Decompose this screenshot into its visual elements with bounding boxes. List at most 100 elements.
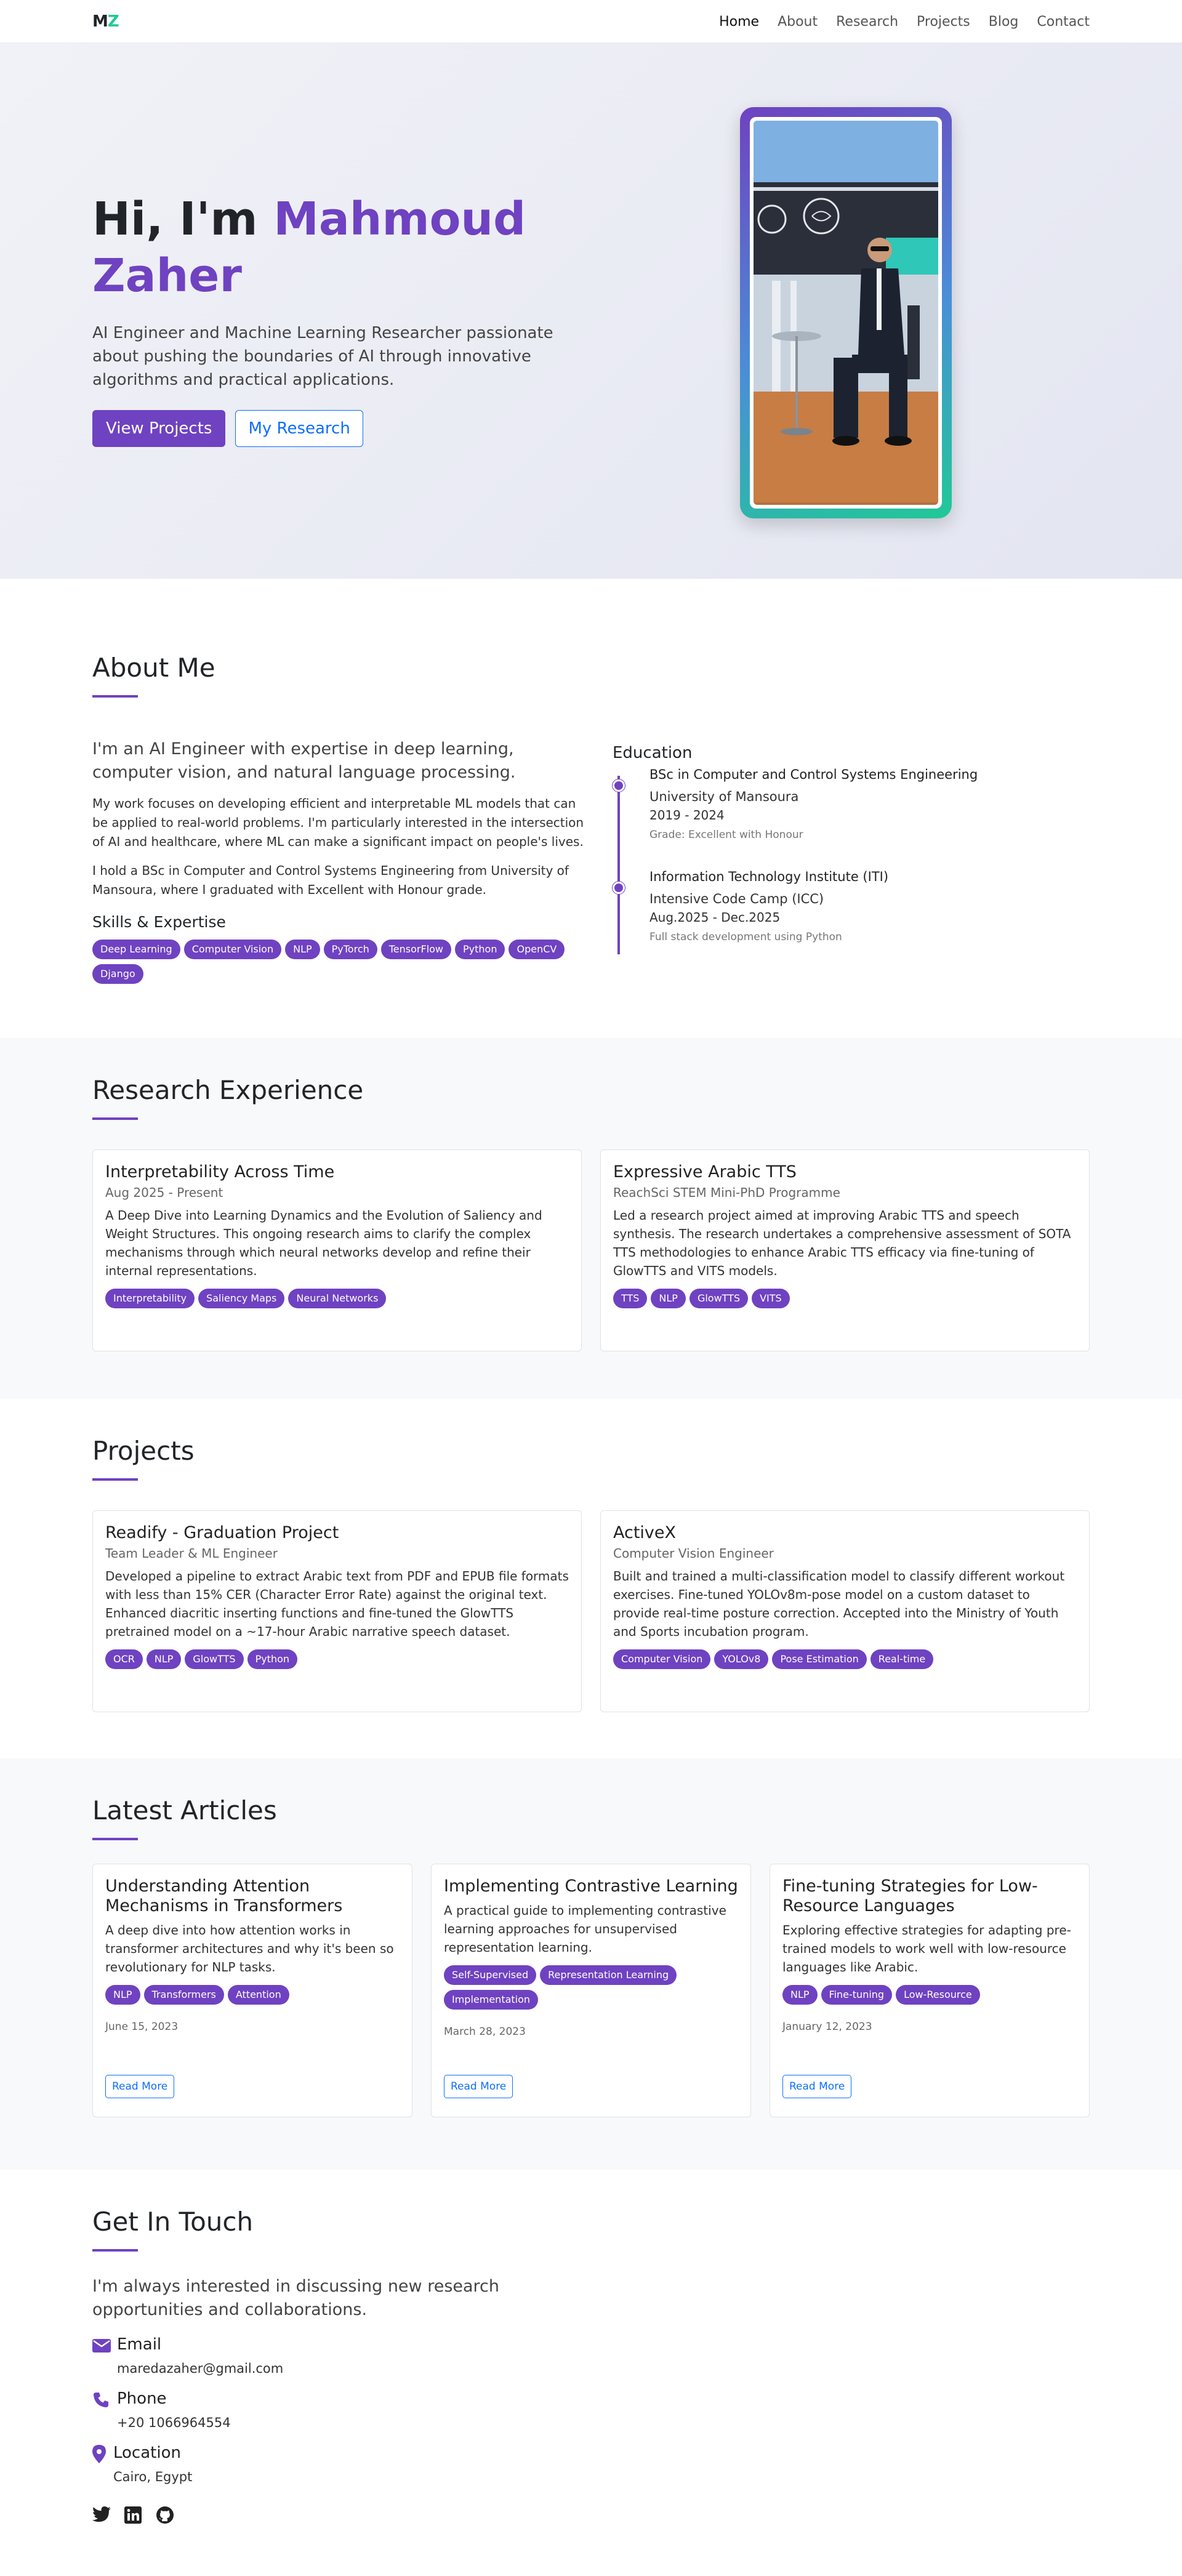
project-card-tags: Computer Vision YOLOv8 Pose Estimation R… [613, 1649, 1077, 1669]
tag: Attention [227, 1985, 289, 2005]
education-org: University of Mansoura [649, 789, 799, 804]
nav-links: Home About Research Projects Blog Contac… [719, 14, 1090, 30]
project-card-body: Developed a pipeline to extract Arabic t… [105, 1569, 569, 1639]
view-projects-button[interactable]: View Projects [92, 410, 226, 447]
about-lead: I'm an AI Engineer with expertise in dee… [92, 739, 516, 782]
article-title[interactable]: Fine-tuning Strategies for Low-Resource … [782, 1877, 1077, 1916]
article-date: January 12, 2023 [782, 2021, 872, 2033]
tag: TTS [613, 1289, 648, 1308]
about-title: About Me [92, 653, 215, 683]
read-more-button[interactable]: Read More [782, 2075, 852, 2098]
projects-title: Projects [92, 1436, 195, 1466]
skills-title: Skills & Expertise [92, 913, 226, 931]
hero-description: AI Engineer and Machine Learning Researc… [92, 324, 553, 389]
about-text: I'm an AI Engineer with expertise in dee… [92, 738, 585, 984]
article-card: Understanding Attention Mechanisms in Tr… [92, 1864, 412, 2117]
project-card: ActiveX Computer Vision Engineer Built a… [600, 1510, 1090, 1712]
linkedin-icon[interactable] [124, 2506, 143, 2525]
tag: Representation Learning [540, 1965, 677, 1985]
education-block: Education BSc in Computer and Control Sy… [613, 744, 1090, 972]
article-tags: NLP Fine-tuning Low-Resource [782, 1985, 1077, 2005]
education-years: Aug.2025 - Dec.2025 [649, 910, 781, 925]
project-card-title: Readify - Graduation Project [105, 1523, 339, 1542]
contact-email: Email maredazaher@gmail.com [92, 2335, 1090, 2376]
read-more-button[interactable]: Read More [105, 2075, 175, 2098]
tag: Self-Supervised [444, 1965, 537, 1985]
about-paragraph-1: My work focuses on developing efficient … [92, 796, 584, 849]
hero-text: Hi, I'm Mahmoud Zaher AI Engineer and Ma… [92, 191, 597, 447]
nav-link-blog[interactable]: Blog [989, 14, 1019, 30]
project-card: Readify - Graduation Project Team Leader… [92, 1510, 582, 1712]
article-title[interactable]: Understanding Attention Mechanisms in Tr… [105, 1877, 400, 1916]
nav-link-home[interactable]: Home [719, 14, 759, 30]
education-note: Full stack development using Python [649, 931, 842, 943]
hero-buttons: View Projects My Research [92, 410, 597, 447]
article-title[interactable]: Implementing Contrastive Learning [444, 1877, 738, 1896]
tag: GlowTTS [185, 1649, 244, 1669]
hero-section: Hi, I'm Mahmoud Zaher AI Engineer and Ma… [0, 43, 1182, 579]
tag: VITS [752, 1289, 790, 1308]
my-research-button[interactable]: My Research [235, 410, 363, 447]
skill-tag: TensorFlow [380, 940, 452, 959]
projects-title-underline [92, 1478, 138, 1481]
project-card-body: Built and trained a multi-classification… [613, 1569, 1065, 1639]
timeline-dot [613, 779, 625, 792]
map-pin-icon [92, 2444, 113, 2465]
education-timeline: BSc in Computer and Control Systems Engi… [613, 767, 1090, 954]
logo-m: M [92, 12, 108, 31]
skill-tag: OpenCV [509, 940, 565, 959]
skill-tag: Deep Learning [92, 940, 180, 959]
tag: Real-time [870, 1649, 934, 1669]
hero-name-last: Zaher [92, 249, 242, 302]
tag: Saliency Maps [198, 1289, 285, 1308]
articles-title: Latest Articles [92, 1795, 277, 1825]
projects-section: Projects Readify - Graduation Project Te… [0, 1399, 1182, 1758]
education-years: 2019 - 2024 [649, 808, 725, 823]
skill-tag: Python [455, 940, 505, 959]
tag: Pose Estimation [772, 1649, 867, 1669]
article-date: March 28, 2023 [444, 2026, 526, 2038]
project-cards: Readify - Graduation Project Team Leader… [92, 1510, 1090, 1712]
timeline-item: Information Technology Institute (ITI) I… [613, 869, 1090, 943]
tag: Low-Resource [896, 1985, 980, 2005]
project-card-title: ActiveX [613, 1523, 677, 1542]
research-card-body: Led a research project aimed at improvin… [613, 1208, 1071, 1278]
about-title-underline [92, 695, 138, 698]
research-card: Expressive Arabic TTS ReachSci STEM Mini… [600, 1149, 1090, 1351]
nav-link-contact[interactable]: Contact [1037, 14, 1090, 30]
email-value[interactable]: maredazaher@gmail.com [117, 2361, 283, 2376]
skill-tag: NLP [285, 940, 320, 959]
contact-location: Location Cairo, Egypt [92, 2444, 1090, 2484]
github-icon[interactable] [156, 2506, 175, 2525]
article-date: June 15, 2023 [105, 2021, 179, 2033]
read-more-button[interactable]: Read More [444, 2075, 513, 2098]
about-section: About Me I'm an AI Engineer with experti… [0, 579, 1182, 1038]
profile-photo [754, 121, 938, 505]
contact-title: Get In Touch [92, 2207, 254, 2237]
skills-tags: Deep Learning Computer Vision NLP PyTorc… [92, 940, 585, 984]
tag: Interpretability [105, 1289, 195, 1308]
research-card-title: Expressive Arabic TTS [613, 1162, 797, 1181]
articles-title-underline [92, 1838, 138, 1840]
tag: Implementation [444, 1990, 539, 2010]
tag: NLP [782, 1985, 818, 2005]
nav-link-projects[interactable]: Projects [917, 14, 970, 30]
hero-greeting: Hi, I'm [92, 193, 258, 246]
research-card-subtitle: ReachSci STEM Mini-PhD Programme [613, 1185, 840, 1200]
logo[interactable]: MZ [92, 12, 119, 31]
logo-z: Z [107, 12, 119, 31]
articles-section: Latest Articles Understanding Attention … [0, 1758, 1182, 2170]
tag: NLP [146, 1649, 182, 1669]
nav-link-research[interactable]: Research [836, 14, 898, 30]
twitter-icon[interactable] [92, 2506, 111, 2525]
tag: Computer Vision [613, 1649, 711, 1669]
project-card-subtitle: Computer Vision Engineer [613, 1546, 774, 1561]
research-cards: Interpretability Across Time Aug 2025 - … [92, 1149, 1090, 1351]
article-tags: Self-Supervised Representation Learning … [444, 1965, 738, 2010]
nav-link-about[interactable]: About [778, 14, 818, 30]
social-links [92, 2506, 1090, 2525]
article-summary: A deep dive into how attention works in … [105, 1923, 394, 1974]
article-card: Implementing Contrastive Learning A prac… [431, 1864, 751, 2117]
education-org: Intensive Code Camp (ICC) [649, 892, 824, 906]
phone-value[interactable]: +20 1066964554 [117, 2415, 231, 2430]
